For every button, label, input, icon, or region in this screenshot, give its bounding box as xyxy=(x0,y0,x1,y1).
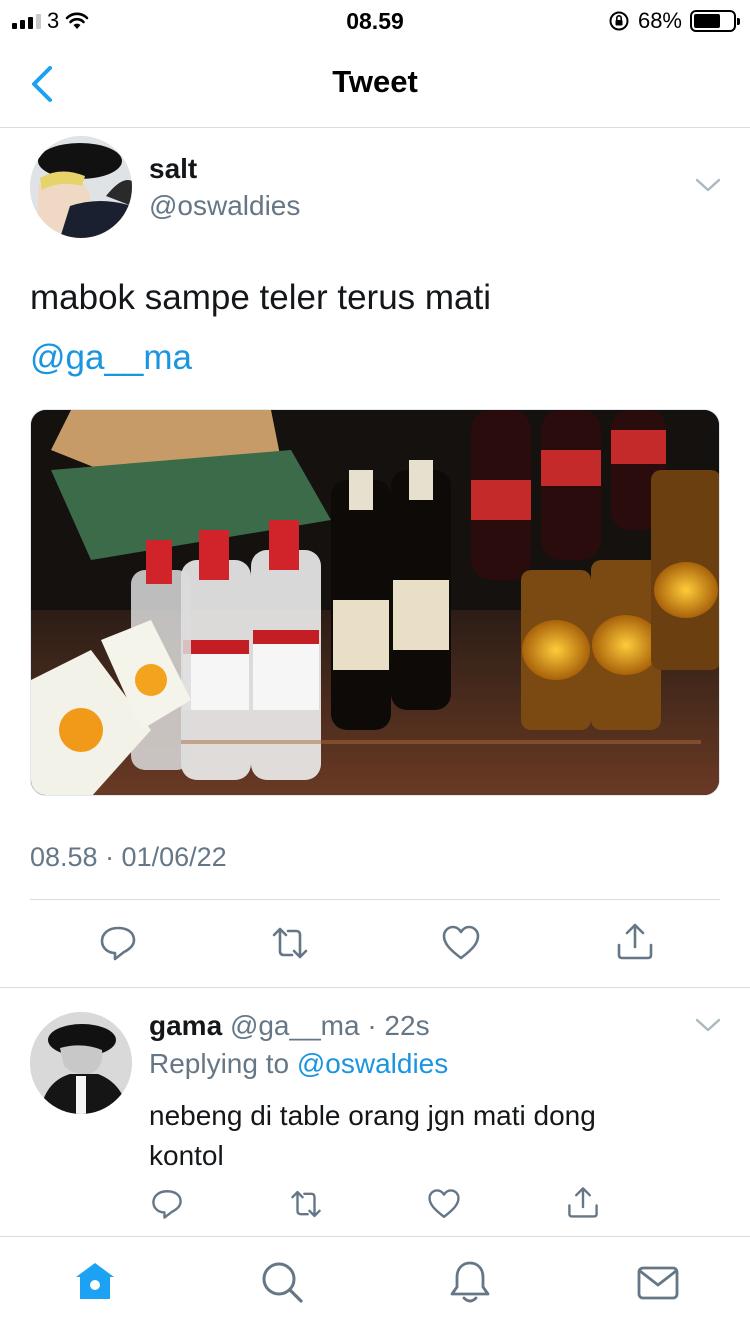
home-icon[interactable] xyxy=(72,1259,118,1305)
reply-text: nebeng di table orang jgn mati dong kont… xyxy=(149,1100,596,1171)
tweet-photo[interactable] xyxy=(30,409,720,796)
chevron-down-icon[interactable] xyxy=(694,176,722,194)
share-icon[interactable] xyxy=(566,1185,600,1219)
like-icon[interactable] xyxy=(441,923,481,963)
battery-percent: 68% xyxy=(637,8,682,33)
orientation-lock-icon xyxy=(609,11,629,31)
tweet-timestamp: 08.58 · 01/06/22 xyxy=(30,842,227,872)
replying-to-link[interactable]: @oswaldies xyxy=(297,1048,448,1079)
replying-to-label: Replying to xyxy=(149,1048,290,1079)
divider xyxy=(30,899,720,900)
share-icon[interactable] xyxy=(615,921,655,961)
author-handle[interactable]: @oswaldies xyxy=(149,190,300,222)
status-bar: 3 08.59 68% xyxy=(0,0,750,42)
messages-icon[interactable] xyxy=(635,1259,681,1305)
replying-to: Replying to @oswaldies xyxy=(149,1048,448,1080)
tab-bar xyxy=(0,1236,750,1334)
reply-author-meta: @ga__ma · 22s xyxy=(229,1010,430,1041)
like-icon[interactable] xyxy=(427,1187,461,1221)
reply-author-name[interactable]: gama xyxy=(149,1010,222,1041)
reply-icon[interactable] xyxy=(98,923,138,963)
author-avatar[interactable] xyxy=(30,136,132,238)
divider xyxy=(0,987,750,988)
reply-author-avatar[interactable] xyxy=(30,1012,132,1114)
navigation-bar: Tweet xyxy=(0,42,750,128)
reply-header: gama @ga__ma · 22s xyxy=(149,1010,430,1042)
tweet-photo-image xyxy=(31,410,719,795)
reply-icon[interactable] xyxy=(150,1187,184,1221)
chevron-down-icon[interactable] xyxy=(694,1016,722,1034)
retweet-icon[interactable] xyxy=(270,923,310,963)
tweet-text: mabok sampe teler terus mati xyxy=(30,278,492,317)
search-icon[interactable] xyxy=(259,1259,305,1305)
battery-icon xyxy=(690,10,740,32)
retweet-icon[interactable] xyxy=(289,1187,323,1221)
page-title: Tweet xyxy=(332,64,418,99)
notifications-icon[interactable] xyxy=(447,1259,493,1305)
author-name[interactable]: salt xyxy=(149,153,197,185)
tweet-mention-link[interactable]: @ga__ma xyxy=(30,336,192,380)
